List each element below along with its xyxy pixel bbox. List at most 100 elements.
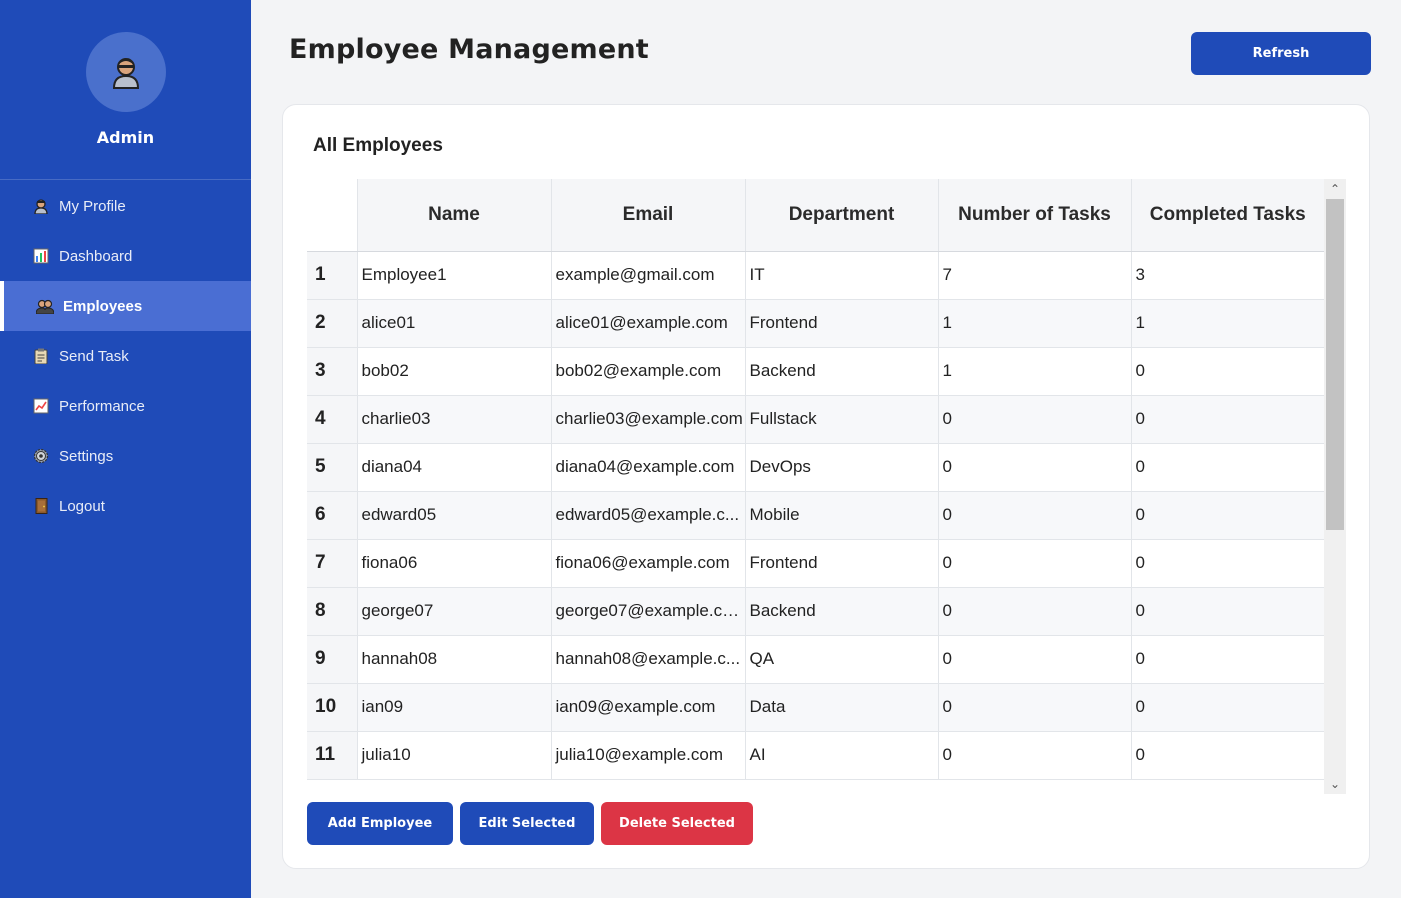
cell-number-of-tasks: 0 <box>937 731 1131 780</box>
cell-completed-tasks: 0 <box>1130 731 1324 780</box>
cell-number-of-tasks: 0 <box>937 683 1131 732</box>
row-index-header <box>307 179 357 252</box>
cell-email: charlie03@example.com <box>550 395 745 444</box>
page-title: Employee Management <box>289 34 649 65</box>
scroll-down-arrow-icon[interactable]: ⌄ <box>1324 774 1346 794</box>
sidebar-item-label: Performance <box>59 397 145 415</box>
row-index[interactable]: 9 <box>307 635 357 684</box>
table-row[interactable]: 9 hannah08 hannah08@example.c... QA 0 0 <box>307 635 1324 684</box>
column-header-completed-tasks[interactable]: Completed Tasks <box>1130 179 1324 252</box>
profile-icon <box>32 197 50 215</box>
sidebar-item-my-profile[interactable]: My Profile <box>0 181 251 231</box>
column-header-department[interactable]: Department <box>744 179 938 252</box>
cell-name: ian09 <box>356 683 551 732</box>
sidebar-item-label: Employees <box>63 297 143 315</box>
sidebar-item-send-task[interactable]: Send Task <box>0 331 251 381</box>
table-row[interactable]: 2 alice01 alice01@example.com Frontend 1 1 <box>307 299 1324 348</box>
cell-email: diana04@example.com <box>550 443 745 492</box>
row-index[interactable]: 3 <box>307 347 357 396</box>
row-index[interactable]: 2 <box>307 299 357 348</box>
sidebar-item-logout[interactable]: Logout <box>0 481 251 531</box>
cell-completed-tasks: 0 <box>1130 587 1324 636</box>
cell-email: alice01@example.com <box>550 299 745 348</box>
scrollbar-thumb[interactable] <box>1326 199 1344 530</box>
delete-selected-button[interactable]: Delete Selected <box>601 802 753 845</box>
row-index[interactable]: 4 <box>307 395 357 444</box>
gear-icon <box>32 447 50 465</box>
table-row[interactable]: 3 bob02 bob02@example.com Backend 1 0 <box>307 347 1324 396</box>
table-header-row: Name Email Department Number of Tasks Co… <box>307 179 1324 252</box>
cell-name: george07 <box>356 587 551 636</box>
table-row[interactable]: 10 ian09 ian09@example.com Data 0 0 <box>307 683 1324 732</box>
sidebar-nav: My Profile Dashboard Employees Send Task… <box>0 181 251 531</box>
cell-number-of-tasks: 0 <box>937 587 1131 636</box>
row-index[interactable]: 1 <box>307 251 357 300</box>
door-icon <box>32 497 50 515</box>
table-row[interactable]: 6 edward05 edward05@example.c... Mobile 0 0 <box>307 491 1324 540</box>
column-header-number-of-tasks[interactable]: Number of Tasks <box>937 179 1131 252</box>
table-scrollbar[interactable]: ⌃ ⌄ <box>1324 179 1346 794</box>
table-row[interactable]: 5 diana04 diana04@example.com DevOps 0 0 <box>307 443 1324 492</box>
cell-number-of-tasks: 7 <box>937 251 1131 300</box>
row-index[interactable]: 7 <box>307 539 357 588</box>
table-actions: Add Employee Edit Selected Delete Select… <box>307 802 753 845</box>
cell-department: Frontend <box>744 299 938 348</box>
cell-email: george07@example.co... <box>550 587 745 636</box>
sidebar-item-performance[interactable]: Performance <box>0 381 251 431</box>
chart-icon <box>32 247 50 265</box>
sidebar-item-label: Logout <box>59 497 105 515</box>
user-name: Admin <box>96 128 155 147</box>
cell-email: edward05@example.c... <box>550 491 745 540</box>
table-body: 1 Employee1 example@gmail.com IT 7 3 2 alice01 a… <box>307 251 1324 780</box>
row-index[interactable]: 8 <box>307 587 357 636</box>
cell-department: Frontend <box>744 539 938 588</box>
cell-email: hannah08@example.c... <box>550 635 745 684</box>
employees-table: Name Email Department Number of Tasks Co… <box>307 179 1324 780</box>
add-employee-button[interactable]: Add Employee <box>307 802 453 845</box>
row-index[interactable]: 6 <box>307 491 357 540</box>
cell-number-of-tasks: 1 <box>937 347 1131 396</box>
cell-email: julia10@example.com <box>550 731 745 780</box>
scroll-up-arrow-icon[interactable]: ⌃ <box>1324 179 1346 199</box>
column-header-name[interactable]: Name <box>356 179 551 252</box>
cell-department: QA <box>744 635 938 684</box>
sidebar-item-label: Settings <box>59 447 114 465</box>
cell-department: Fullstack <box>744 395 938 444</box>
cell-department: DevOps <box>744 443 938 492</box>
table-row[interactable]: 7 fiona06 fiona06@example.com Frontend 0 0 <box>307 539 1324 588</box>
cell-number-of-tasks: 0 <box>937 395 1131 444</box>
table-row[interactable]: 1 Employee1 example@gmail.com IT 7 3 <box>307 251 1324 300</box>
table-row[interactable]: 11 julia10 julia10@example.com AI 0 0 <box>307 731 1324 780</box>
edit-selected-button[interactable]: Edit Selected <box>460 802 594 845</box>
cell-department: AI <box>744 731 938 780</box>
cell-name: hannah08 <box>356 635 551 684</box>
row-index[interactable]: 10 <box>307 683 357 732</box>
sidebar-item-settings[interactable]: Settings <box>0 431 251 481</box>
refresh-button[interactable]: Refresh <box>1191 32 1371 75</box>
cell-name: edward05 <box>356 491 551 540</box>
sidebar-item-employees[interactable]: Employees <box>0 281 251 331</box>
cell-email: bob02@example.com <box>550 347 745 396</box>
cell-completed-tasks: 0 <box>1130 683 1324 732</box>
table-row[interactable]: 4 charlie03 charlie03@example.com Fullstack… <box>307 395 1324 444</box>
cell-completed-tasks: 0 <box>1130 491 1324 540</box>
sidebar-item-label: My Profile <box>59 197 126 215</box>
cell-name: alice01 <box>356 299 551 348</box>
sidebar-item-dashboard[interactable]: Dashboard <box>0 231 251 281</box>
employees-table-container[interactable]: Name Email Department Number of Tasks Co… <box>307 179 1346 794</box>
sidebar-item-label: Send Task <box>59 347 129 365</box>
cell-number-of-tasks: 1 <box>937 299 1131 348</box>
column-header-email[interactable]: Email <box>550 179 745 252</box>
clipboard-icon <box>32 347 50 365</box>
sidebar: Admin My Profile Dashboard Employees Sen… <box>0 0 251 898</box>
row-index[interactable]: 11 <box>307 731 357 780</box>
row-index[interactable]: 5 <box>307 443 357 492</box>
table-row[interactable]: 8 george07 george07@example.co... Backend 0 0 <box>307 587 1324 636</box>
sidebar-item-label: Dashboard <box>59 247 133 265</box>
cell-name: bob02 <box>356 347 551 396</box>
cell-name: charlie03 <box>356 395 551 444</box>
cell-name: julia10 <box>356 731 551 780</box>
cell-completed-tasks: 0 <box>1130 395 1324 444</box>
cell-email: ian09@example.com <box>550 683 745 732</box>
cell-name: fiona06 <box>356 539 551 588</box>
